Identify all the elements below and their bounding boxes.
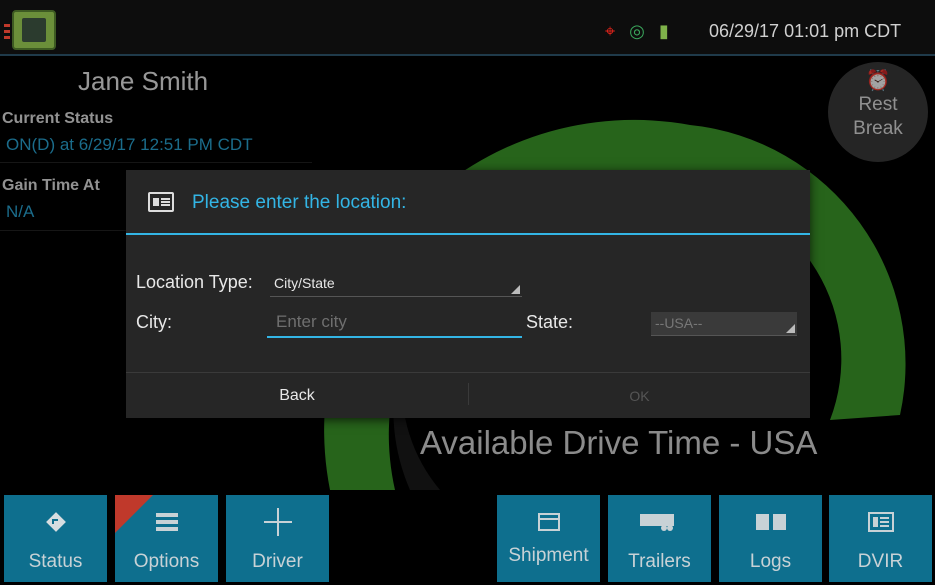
state-label: State:: [526, 312, 574, 332]
trailer-icon: [608, 509, 711, 535]
city-label: City:: [136, 312, 172, 332]
dialog-header: Please enter the location:: [126, 170, 810, 234]
location-type-value: City/State: [274, 275, 335, 291]
state-select[interactable]: --USA--: [651, 312, 797, 336]
location-type-label: Location Type:: [136, 272, 253, 292]
nav-label: Logs: [749, 551, 792, 572]
ok-button[interactable]: OK: [469, 373, 810, 418]
nav-status-button[interactable]: Status: [4, 495, 107, 582]
document-icon: [148, 192, 174, 212]
report-icon: [829, 509, 932, 535]
location-dialog: Please enter the location: Location Type…: [126, 170, 810, 418]
back-button[interactable]: Back: [126, 373, 468, 418]
nav-label: Options: [133, 551, 200, 572]
box-icon: [497, 509, 600, 535]
state-value: --USA--: [655, 315, 703, 331]
nav-logs-button[interactable]: Logs: [719, 495, 822, 582]
dropdown-arrow-icon: [786, 324, 795, 333]
city-input[interactable]: [267, 308, 522, 338]
list-icon: [115, 509, 218, 535]
nav-trailers-button[interactable]: Trailers: [608, 495, 711, 582]
nav-shipment-button[interactable]: Shipment: [497, 495, 600, 582]
nav-label: DVIR: [857, 551, 904, 572]
nav-label: Shipment: [508, 545, 589, 566]
nav-options-button[interactable]: Options: [115, 495, 218, 582]
plus-icon: [226, 508, 329, 536]
dropdown-arrow-icon: [511, 285, 520, 294]
dialog-divider: [126, 233, 810, 235]
location-type-select[interactable]: City/State: [270, 272, 522, 297]
nav-label: Trailers: [628, 551, 691, 572]
nav-label: Status: [28, 551, 83, 572]
direction-sign-icon: [4, 509, 107, 535]
nav-driver-button[interactable]: Driver: [226, 495, 329, 582]
nav-dvir-button[interactable]: DVIR: [829, 495, 932, 582]
nav-label: Driver: [252, 551, 303, 572]
dialog-title: Please enter the location:: [192, 192, 407, 213]
book-icon: [719, 509, 822, 535]
